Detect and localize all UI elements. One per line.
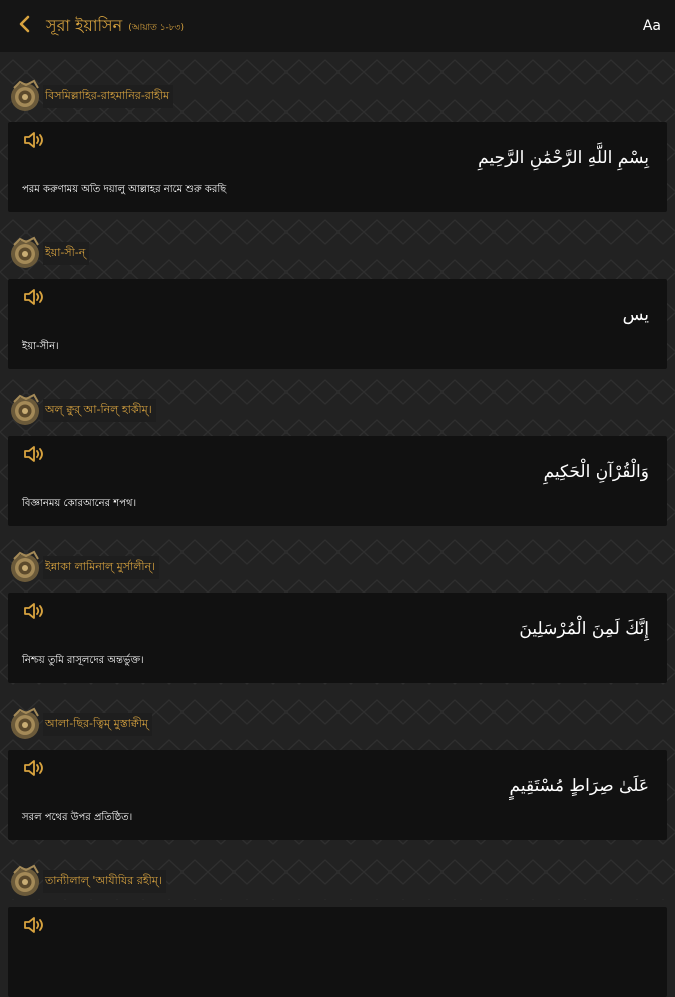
font-size-button[interactable]: Aa: [643, 18, 661, 34]
ayah-marker-icon[interactable]: [8, 79, 42, 113]
ayah-transliteration: আলা-ছির-ত্বিম্ মুস্তাক্বীম্: [43, 712, 152, 736]
ayah-item: বিসমিল্লাহির-রাহমানির-রাহীম بِسْمِ اللَّ…: [0, 52, 675, 212]
ayah-header: বিসমিল্লাহির-রাহমানির-রাহীম: [8, 79, 174, 113]
ayah-card: إِنَّكَ لَمِنَ الْمُرْسَلِينَ নিশ্চয় তু…: [8, 593, 667, 683]
ayah-marker-icon[interactable]: [8, 707, 42, 741]
page-title: সূরা ইয়াসিন: [46, 15, 123, 35]
ayah-translation: নিশ্চয় তুমি রাসূলদের অন্তর্ভুক্ত।: [22, 655, 144, 666]
ayah-arabic-text: وَالْقُرْآنِ الْحَكِيمِ: [543, 462, 649, 482]
ayah-marker-icon[interactable]: [8, 236, 42, 270]
ayah-list: বিসমিল্লাহির-রাহমানির-রাহীম بِسْمِ اللَّ…: [0, 52, 675, 997]
chevron-left-icon: [19, 15, 30, 32]
ayah-transliteration: ইয়া-সী-ন্: [43, 241, 90, 265]
ayah-card: [8, 907, 667, 997]
ayah-translation: পরম করুণাময় অতি দয়ালু আল্লাহর নামে শুর…: [22, 184, 227, 195]
speaker-icon[interactable]: [23, 760, 45, 776]
ayah-arabic-text: بِسْمِ اللَّهِ الرَّحْمَٰنِ الرَّحِيمِ: [478, 148, 649, 168]
ayah-item: আলা-ছির-ত্বিম্ মুস্তাক্বীম্ عَلَىٰ صِرَا…: [0, 680, 675, 840]
ayah-marker-icon[interactable]: [8, 864, 42, 898]
ayah-header: তান্যীলাল্ 'আযীযির রহীম্।: [8, 864, 166, 898]
ayah-translation: বিজ্ঞানময় কোরআনের শপথ।: [22, 498, 137, 509]
ayah-card: عَلَىٰ صِرَاطٍ مُسْتَقِيمٍ সরল পথের উপর …: [8, 750, 667, 840]
ayah-arabic-text: إِنَّكَ لَمِنَ الْمُرْسَلِينَ: [519, 619, 649, 639]
ayah-header: ইয়া-সী-ন্: [8, 236, 90, 270]
ayah-transliteration: অল্ ক্বুর্ আ-নিল্ হাকীম্।: [43, 398, 156, 422]
ayah-marker-icon[interactable]: [8, 393, 42, 427]
ayah-card: وَالْقُرْآنِ الْحَكِيمِ বিজ্ঞানময় কোরআন…: [8, 436, 667, 526]
ayah-item: তান্যীলাল্ 'আযীযির রহীম্।: [0, 837, 675, 997]
back-button[interactable]: [18, 15, 42, 38]
ayah-card: يس ইয়া-সীন।: [8, 279, 667, 369]
ayah-item: ইন্নাকা লামিনাল্ মুর্সালীন্। إِنَّكَ لَم…: [0, 523, 675, 683]
speaker-icon[interactable]: [23, 289, 45, 305]
ayah-translation: ইয়া-সীন।: [22, 341, 59, 352]
ayah-marker-icon[interactable]: [8, 550, 42, 584]
ayah-transliteration: বিসমিল্লাহির-রাহমানির-রাহীম: [43, 84, 174, 108]
ayah-arabic-text: عَلَىٰ صِرَاطٍ مُسْتَقِيمٍ: [509, 776, 649, 796]
speaker-icon[interactable]: [23, 917, 45, 933]
ayah-item: ইয়া-সী-ন্ يس ইয়া-সীন।: [0, 209, 675, 369]
ayah-item: অল্ ক্বুর্ আ-নিল্ হাকীম্। وَالْقُرْآنِ ا…: [0, 366, 675, 526]
ayah-arabic-text: يس: [622, 305, 649, 325]
ayah-transliteration: ইন্নাকা লামিনাল্ মুর্সালীন্।: [43, 555, 160, 579]
ayah-translation: সরল পথের উপর প্রতিষ্ঠিত।: [22, 812, 133, 823]
ayah-card: بِسْمِ اللَّهِ الرَّحْمَٰنِ الرَّحِيمِ প…: [8, 122, 667, 212]
ayah-header: আলা-ছির-ত্বিম্ মুস্তাক্বীম্: [8, 707, 152, 741]
speaker-icon[interactable]: [23, 446, 45, 462]
app-bar: সূরা ইয়াসিন (আয়াত ১-৮৩) Aa: [0, 0, 675, 52]
speaker-icon[interactable]: [23, 132, 45, 148]
speaker-icon[interactable]: [23, 603, 45, 619]
ayah-header: অল্ ক্বুর্ আ-নিল্ হাকীম্।: [8, 393, 156, 427]
page-subtitle: (আয়াত ১-৮৩): [128, 23, 185, 33]
ayah-header: ইন্নাকা লামিনাল্ মুর্সালীন্।: [8, 550, 160, 584]
ayah-transliteration: তান্যীলাল্ 'আযীযির রহীম্।: [43, 869, 166, 893]
